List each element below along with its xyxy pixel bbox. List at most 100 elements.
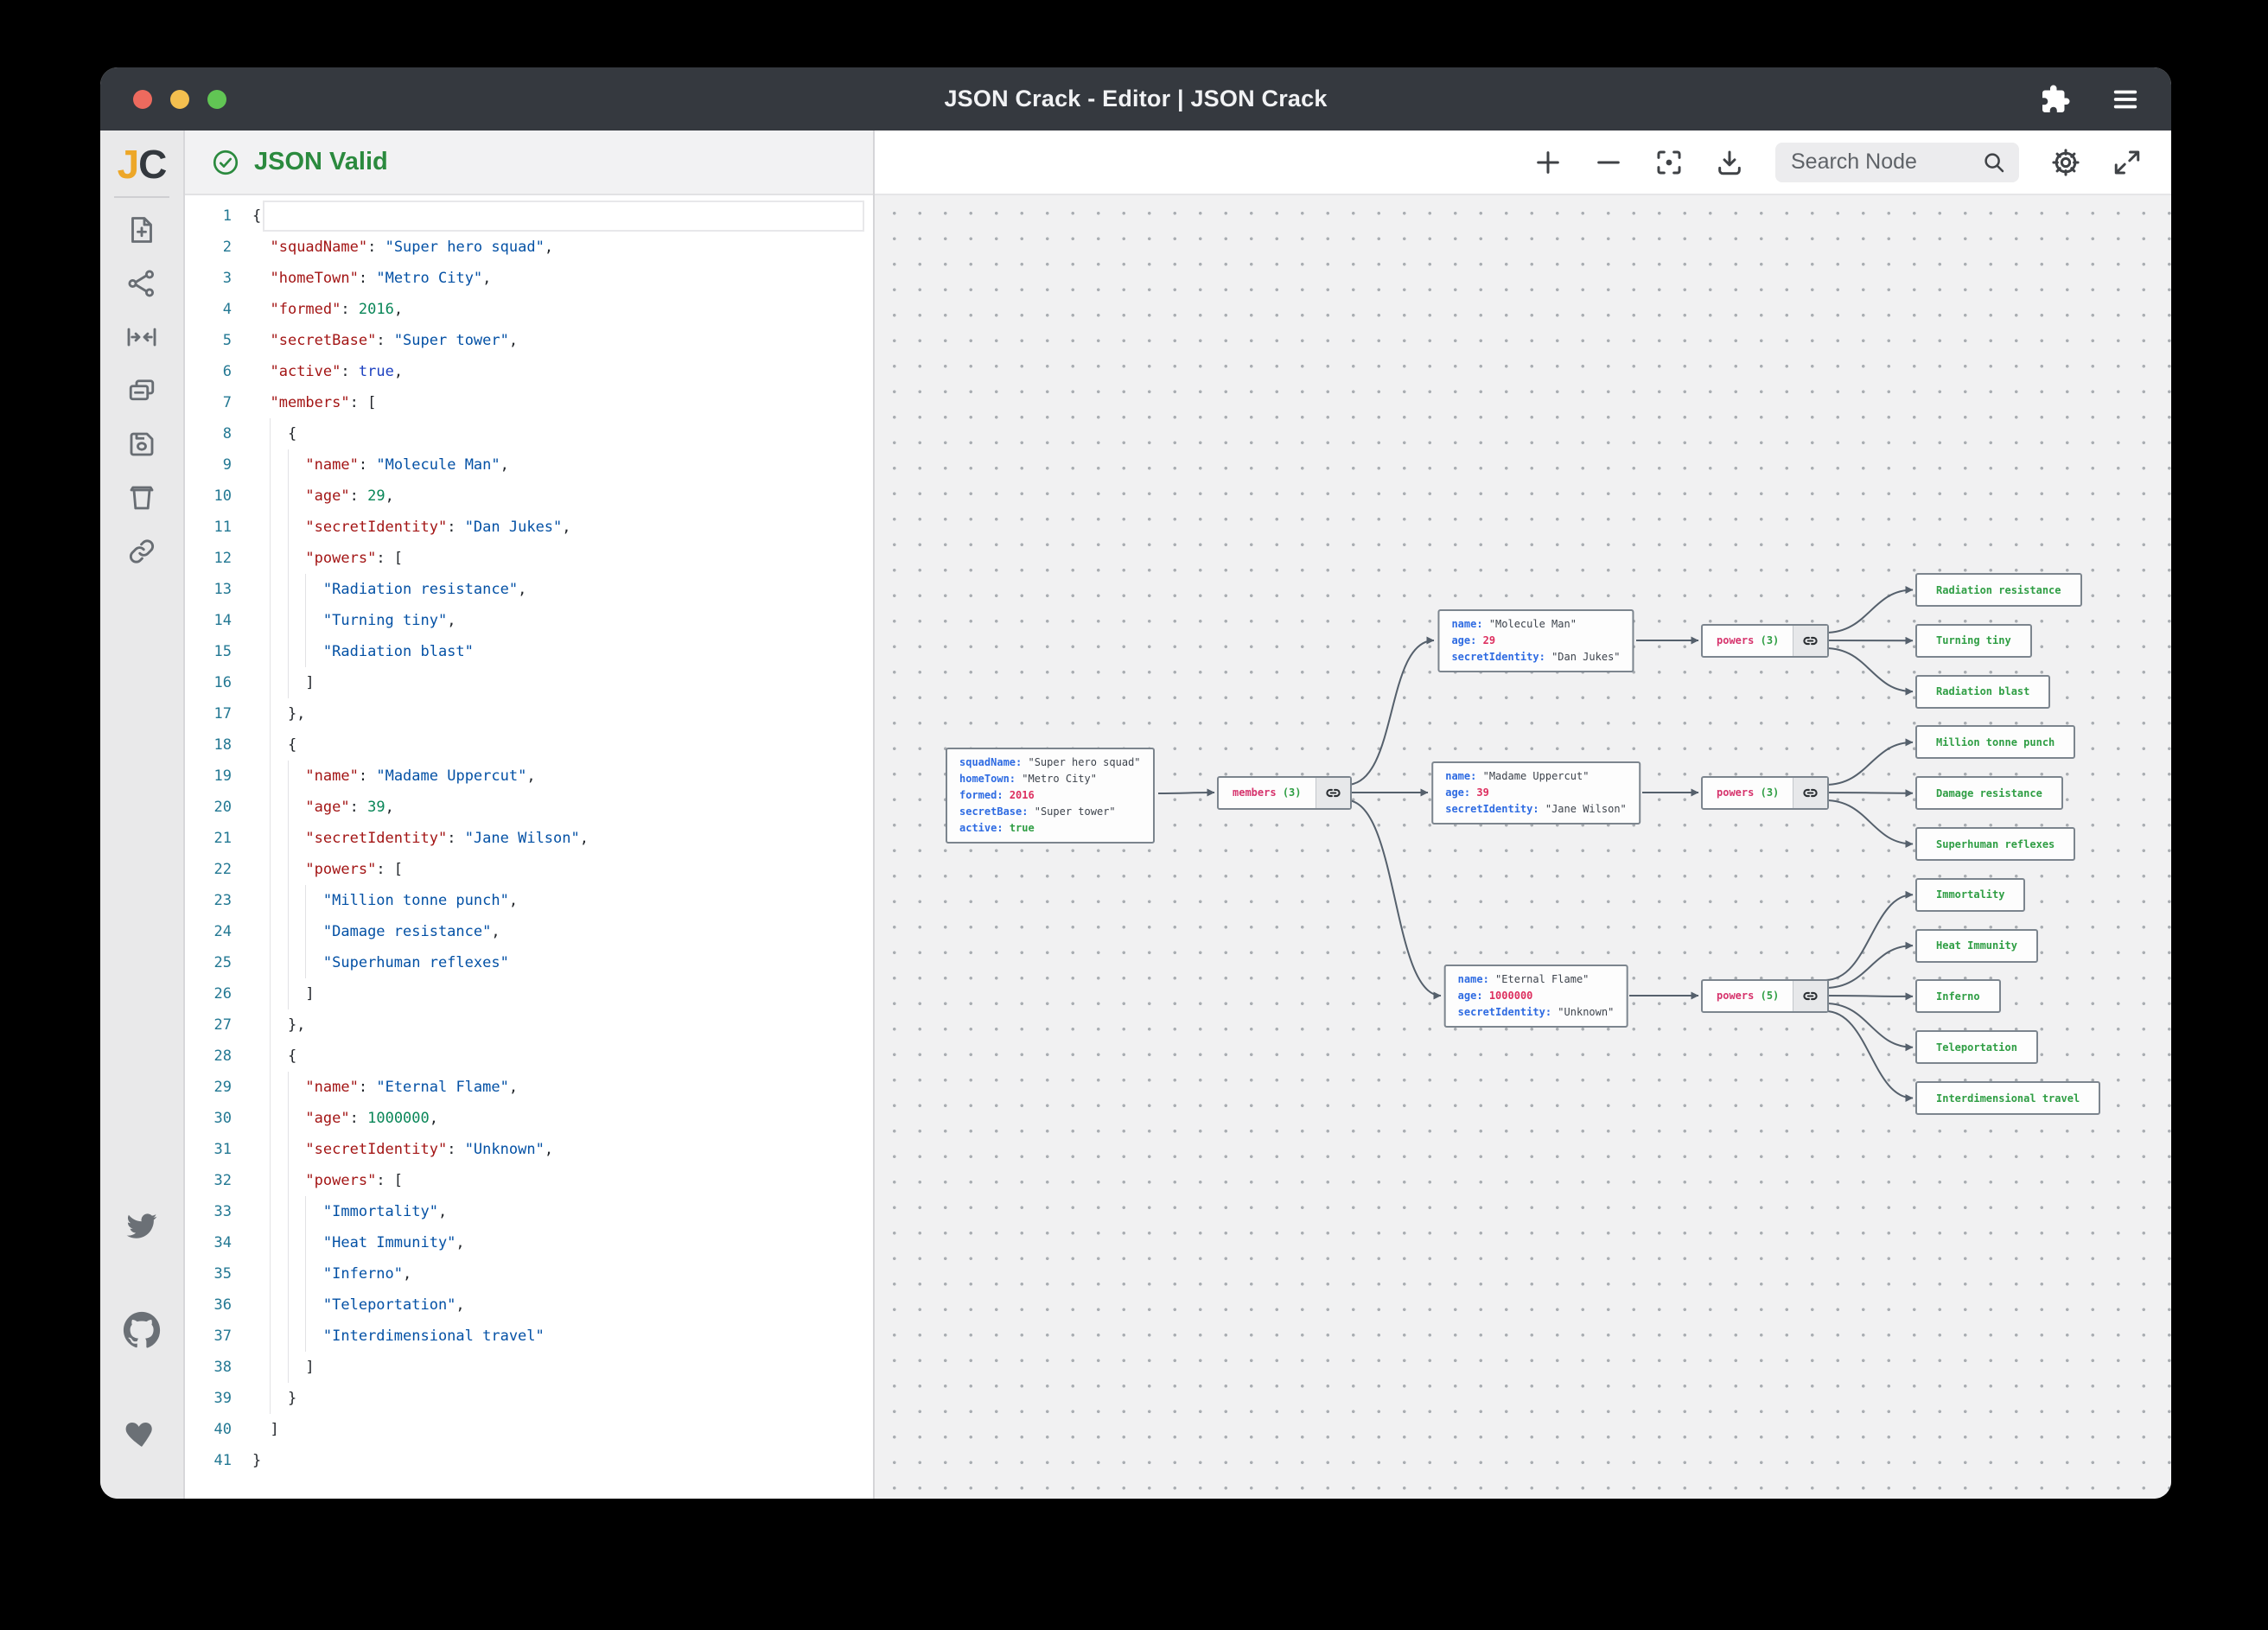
member-object-node[interactable]: name: "Madame Uppercut"age: 39secretIden… (1431, 761, 1640, 825)
delete-button[interactable] (114, 474, 169, 522)
code-line[interactable]: 8 { (185, 418, 873, 449)
zoom-out-button[interactable] (1594, 148, 1623, 177)
code-line[interactable]: 31 "secretIdentity": "Unknown", (185, 1134, 873, 1165)
extension-puzzle-icon[interactable] (2040, 84, 2071, 115)
minimize-button[interactable] (170, 90, 189, 109)
zoom-in-button[interactable] (1533, 148, 1563, 177)
download-image-button[interactable] (1715, 148, 1744, 177)
power-leaf-node[interactable]: Immortality (1915, 878, 2025, 912)
member-object-node[interactable]: name: "Eternal Flame"age: 1000000secretI… (1444, 965, 1628, 1028)
code-line[interactable]: 35 "Inferno", (185, 1258, 873, 1289)
heart-icon (123, 1417, 161, 1451)
line-number: 3 (185, 263, 245, 294)
code-line[interactable]: 20 "age": 39, (185, 792, 873, 823)
member-object-node[interactable]: name: "Molecule Man"age: 29secretIdentit… (1437, 609, 1634, 672)
code-line[interactable]: 3 "homeTown": "Metro City", (185, 263, 873, 294)
code-line[interactable]: 16 ] (185, 667, 873, 698)
power-leaf-node[interactable]: Damage resistance (1915, 776, 2063, 810)
twitter-button[interactable] (114, 1202, 169, 1251)
power-leaf-node[interactable]: Turning tiny (1915, 624, 2032, 658)
collapse-link-button[interactable] (1316, 778, 1350, 808)
new-document-button[interactable] (114, 206, 169, 254)
code-line[interactable]: 36 "Teleportation", (185, 1289, 873, 1321)
powers-array-node[interactable]: powers (3) (1701, 776, 1829, 810)
line-number: 23 (185, 885, 245, 916)
code-line[interactable]: 22 "powers": [ (185, 854, 873, 885)
code-line[interactable]: 21 "secretIdentity": "Jane Wilson", (185, 823, 873, 854)
collapse-link-button[interactable] (1793, 778, 1827, 808)
save-floppy-icon (126, 429, 157, 460)
search-icon[interactable] (1981, 150, 2007, 175)
code-line[interactable]: 12 "powers": [ (185, 543, 873, 574)
power-leaf-node[interactable]: Superhuman reflexes (1915, 827, 2075, 861)
code-line[interactable]: 5 "secretBase": "Super tower", (185, 325, 873, 356)
code-line[interactable]: 26 ] (185, 978, 873, 1009)
code-line[interactable]: 30 "age": 1000000, (185, 1103, 873, 1134)
code-text: "members": [ (252, 387, 376, 418)
center-focus-button[interactable] (1654, 148, 1684, 177)
fullscreen-button[interactable] (2112, 148, 2142, 177)
power-leaf-node[interactable]: Interdimensional travel (1915, 1081, 2100, 1115)
power-leaf-node[interactable]: Radiation blast (1915, 675, 2050, 709)
indent-guide (305, 885, 306, 916)
save-button[interactable] (114, 420, 169, 468)
fold-nodes-button[interactable] (114, 313, 169, 361)
settings-button[interactable] (2050, 147, 2081, 178)
minus-icon (1594, 148, 1623, 177)
code-line[interactable]: 17 }, (185, 698, 873, 729)
code-line[interactable]: 18 { (185, 729, 873, 761)
code-text: "secretIdentity": "Unknown", (252, 1134, 553, 1165)
power-leaf-node[interactable]: Million tonne punch (1915, 725, 2075, 759)
root-object-node[interactable]: squadName: "Super hero squad"homeTown: "… (946, 748, 1155, 844)
zoom-button[interactable] (207, 90, 226, 109)
code-line[interactable]: 29 "name": "Eternal Flame", (185, 1072, 873, 1103)
code-text: "secretIdentity": "Jane Wilson", (252, 823, 589, 854)
code-line[interactable]: 4 "formed": 2016, (185, 294, 873, 325)
code-line[interactable]: 15 "Radiation blast" (185, 636, 873, 667)
code-editor[interactable]: 1{2 "squadName": "Super hero squad",3 "h… (185, 195, 873, 1499)
power-leaf-node[interactable]: Radiation resistance (1915, 573, 2082, 607)
members-array-node[interactable]: members (3) (1217, 776, 1352, 810)
power-leaf-node[interactable]: Heat Immunity (1915, 929, 2038, 963)
code-line[interactable]: 24 "Damage resistance", (185, 916, 873, 947)
code-line[interactable]: 2 "squadName": "Super hero squad", (185, 232, 873, 263)
copy-link-button[interactable] (114, 527, 169, 576)
code-line[interactable]: 11 "secretIdentity": "Dan Jukes", (185, 512, 873, 543)
code-line[interactable]: 23 "Million tonne punch", (185, 885, 873, 916)
code-line[interactable]: 13 "Radiation resistance", (185, 574, 873, 605)
powers-array-node[interactable]: powers (5) (1701, 979, 1829, 1013)
code-line[interactable]: 1{ (185, 201, 873, 232)
code-line[interactable]: 38 ] (185, 1352, 873, 1383)
copy-button[interactable] (114, 366, 169, 415)
collapse-link-button[interactable] (1793, 981, 1827, 1011)
line-number: 17 (185, 698, 245, 729)
graph-canvas[interactable]: squadName: "Super hero squad"homeTown: "… (875, 195, 2171, 1499)
code-line[interactable]: 41} (185, 1445, 873, 1476)
code-line[interactable]: 14 "Turning tiny", (185, 605, 873, 636)
code-line[interactable]: 6 "active": true, (185, 356, 873, 387)
power-leaf-node[interactable]: Teleportation (1915, 1030, 2038, 1064)
app-logo[interactable]: JC (118, 144, 167, 184)
github-button[interactable] (114, 1306, 169, 1354)
code-line[interactable]: 19 "name": "Madame Uppercut", (185, 761, 873, 792)
code-line[interactable]: 10 "age": 29, (185, 481, 873, 512)
code-line[interactable]: 7 "members": [ (185, 387, 873, 418)
code-line[interactable]: 39 } (185, 1383, 873, 1414)
code-line[interactable]: 37 "Interdimensional travel" (185, 1321, 873, 1352)
share-nodes-button[interactable] (114, 259, 169, 308)
code-line[interactable]: 40 ] (185, 1414, 873, 1445)
code-line[interactable]: 28 { (185, 1041, 873, 1072)
collapse-link-button[interactable] (1793, 626, 1827, 656)
code-line[interactable]: 32 "powers": [ (185, 1165, 873, 1196)
code-line[interactable]: 33 "Immortality", (185, 1196, 873, 1227)
close-button[interactable] (133, 90, 152, 109)
power-leaf-node[interactable]: Inferno (1915, 979, 2001, 1013)
code-line[interactable]: 9 "name": "Molecule Man", (185, 449, 873, 481)
menu-icon[interactable] (2109, 85, 2142, 114)
code-line[interactable]: 27 }, (185, 1009, 873, 1041)
code-line[interactable]: 25 "Superhuman reflexes" (185, 947, 873, 978)
sponsor-button[interactable] (114, 1410, 169, 1458)
search-node-input[interactable] (1791, 150, 1981, 175)
code-line[interactable]: 34 "Heat Immunity", (185, 1227, 873, 1258)
powers-array-node[interactable]: powers (3) (1701, 624, 1829, 658)
